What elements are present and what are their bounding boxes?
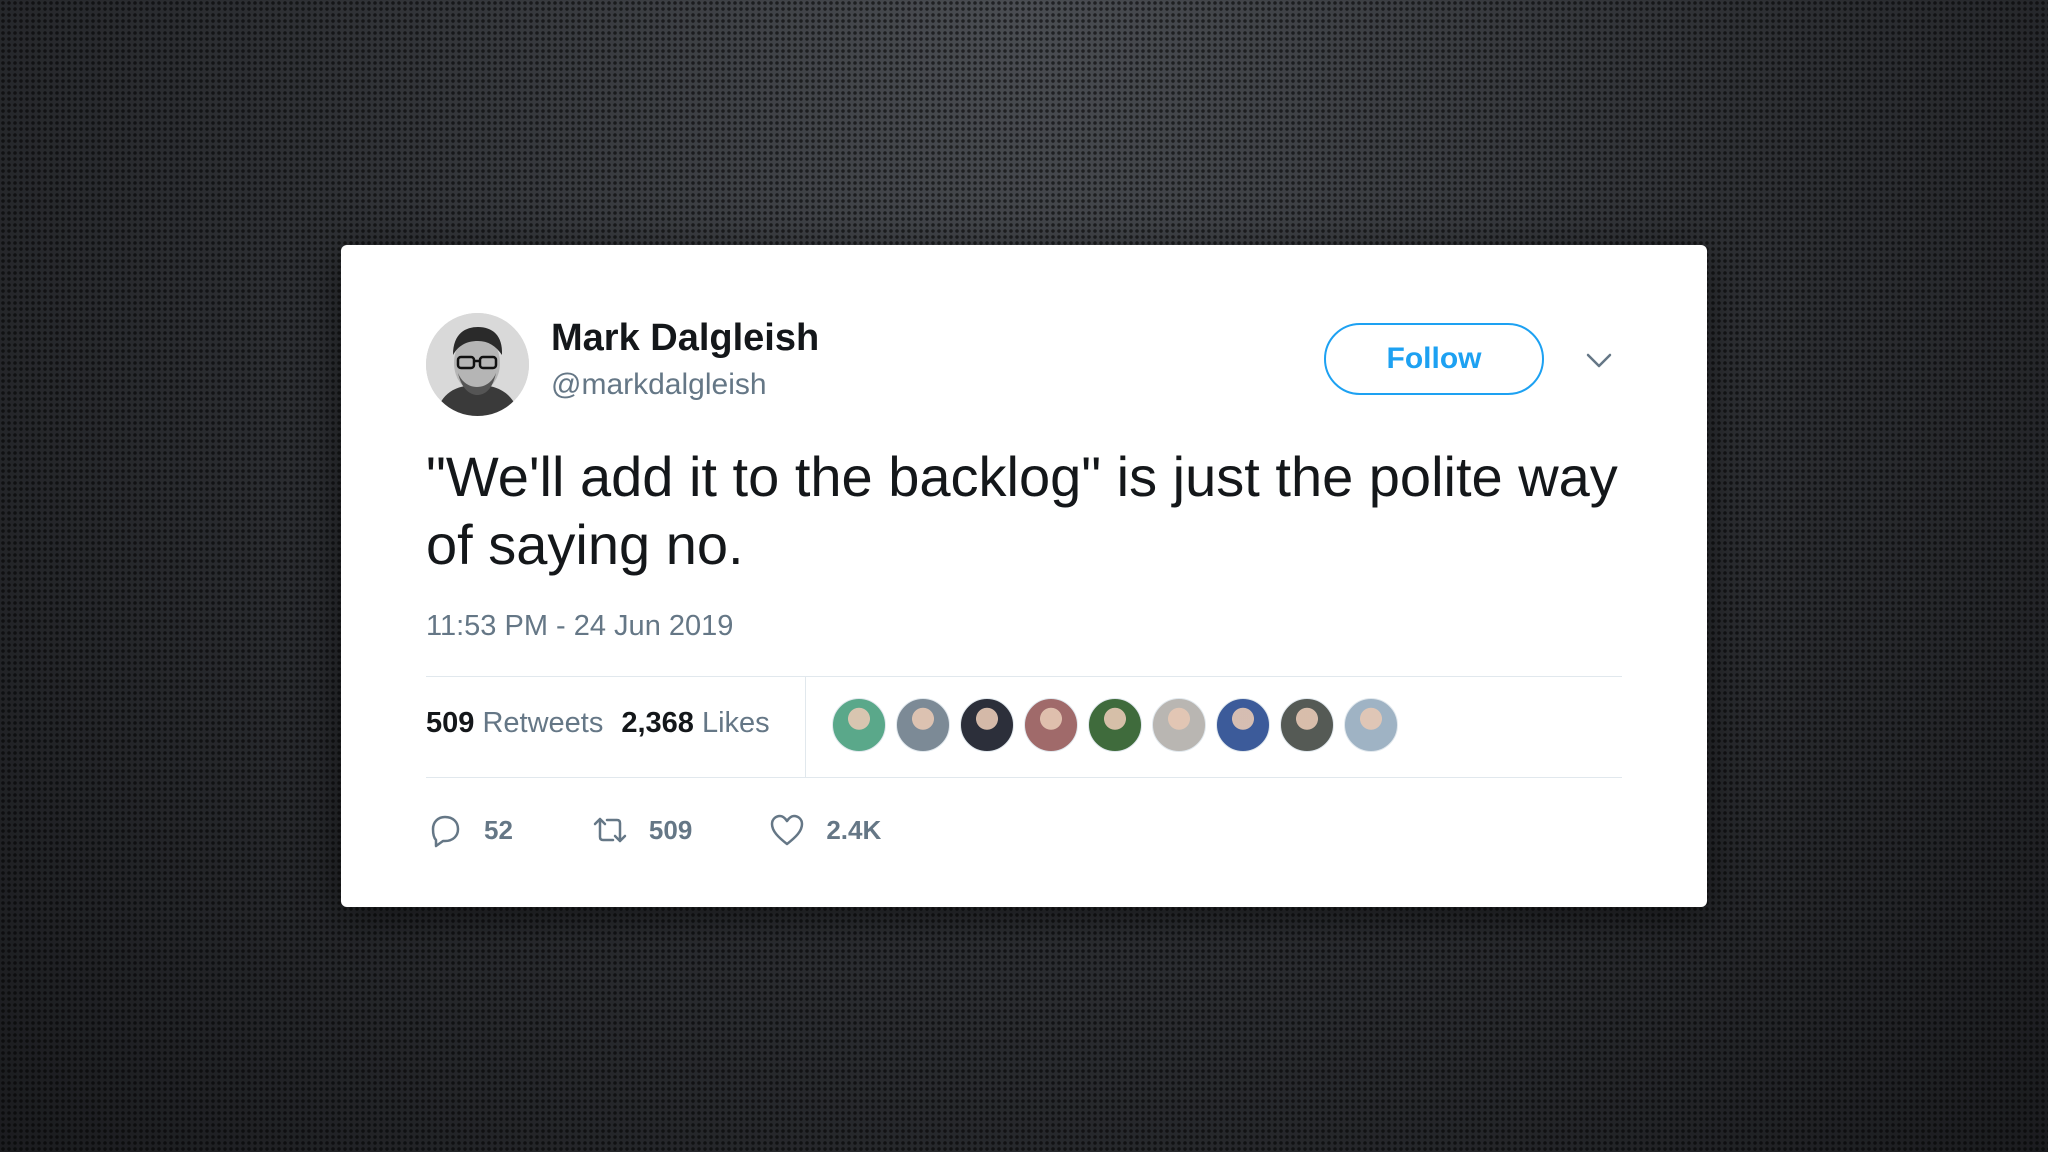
heart-icon [771,814,804,846]
liker-avatar[interactable] [1088,698,1142,752]
reply-count: 52 [484,814,513,845]
liker-avatar[interactable] [1280,698,1334,752]
retweets-stat-count: 509 [426,707,475,739]
liker-avatar[interactable] [1152,698,1206,752]
retweet-icon [593,817,627,843]
author-name[interactable]: Mark Dalgleish [551,317,819,360]
retweet-count: 509 [648,814,693,845]
reply-icon [431,815,460,848]
like-button[interactable]: 2.4K [768,811,881,849]
chevron-down-icon[interactable] [1584,345,1614,375]
reply-button[interactable]: 52 [426,811,513,849]
tweet-card: Mark Dalgleish @markdalgleish Follow "We… [341,245,1707,907]
author-handle[interactable]: @markdalgleish [551,368,767,402]
liker-avatar[interactable] [832,698,886,752]
liker-avatar[interactable] [1024,698,1078,752]
author-avatar[interactable] [426,313,529,416]
liker-avatar[interactable] [896,698,950,752]
follow-button[interactable]: Follow [1324,323,1544,395]
author-avatar-image [426,313,529,416]
like-count: 2.4K [826,814,882,845]
liker-avatar[interactable] [1344,698,1398,752]
follow-button-label: Follow [1386,342,1482,375]
likes-stat[interactable]: 2,368 Likes [621,707,769,739]
likes-stat-count: 2,368 [621,707,694,739]
tweet-timestamp[interactable]: 11:53 PM - 24 Jun 2019 [426,610,733,643]
liker-avatar[interactable] [960,698,1014,752]
tweet-actions: 52 509 2.4K [426,805,881,855]
liker-avatars [832,698,1408,752]
retweets-stat-label: Retweets [482,707,604,739]
tweet-stats: 509 Retweets 2,368 Likes [426,707,770,740]
stats-vertical-divider [805,677,806,777]
likes-stat-label: Likes [701,707,770,739]
liker-avatar[interactable] [1216,698,1270,752]
retweets-stat[interactable]: 509 Retweets [426,707,603,739]
divider-top [426,676,1622,677]
divider-bottom [426,777,1622,778]
retweet-button[interactable]: 509 [591,811,692,849]
tweet-text: "We'll add it to the backlog" is just th… [426,445,1618,576]
